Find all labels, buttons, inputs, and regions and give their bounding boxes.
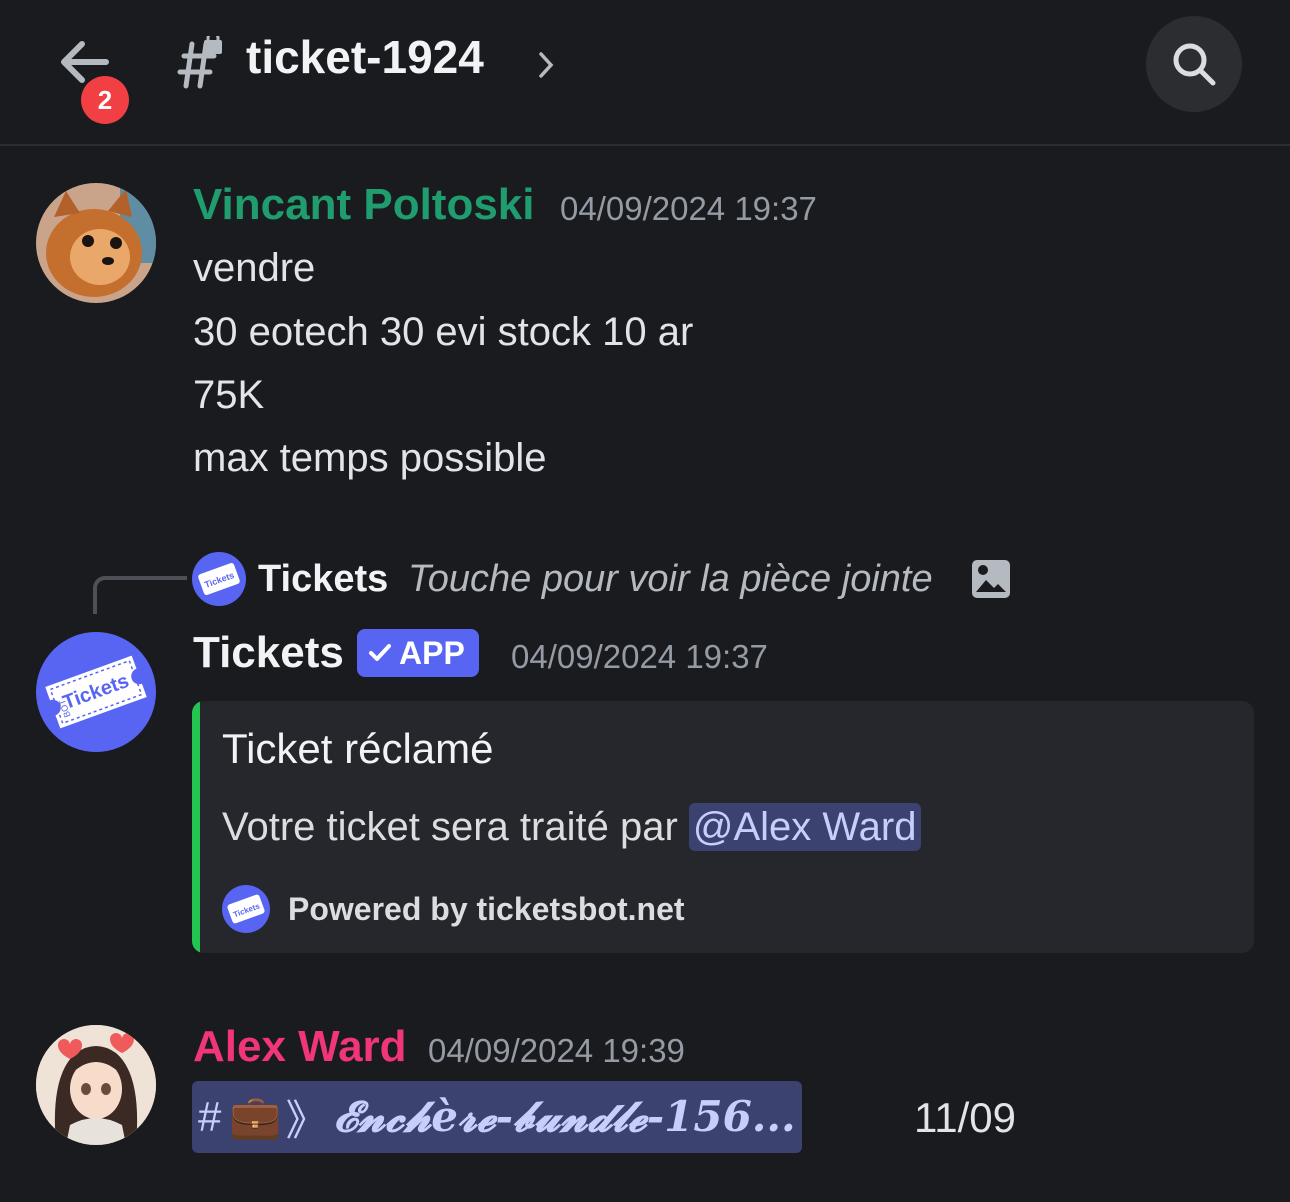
user-mention[interactable]: @Alex Ward bbox=[688, 803, 921, 851]
image-icon bbox=[972, 560, 1010, 598]
notification-badge: 2 bbox=[81, 76, 129, 124]
avatar[interactable] bbox=[36, 1025, 156, 1145]
channel-mention[interactable]: # 💼 》 𝓔𝓷𝓬𝓱è𝓻𝓮-𝓫𝓾𝓷𝓭𝓵𝓮-156... bbox=[192, 1081, 802, 1153]
channel-hash: # bbox=[198, 1093, 222, 1140]
embed-footer-icon: Tickets bbox=[222, 885, 270, 933]
ticket-logo-icon: Tickets BOT bbox=[45, 655, 147, 729]
app-tag-label: APP bbox=[399, 634, 465, 671]
channel-header: 2 ticket-1924 bbox=[0, 0, 1290, 146]
chevron-right-icon[interactable] bbox=[536, 50, 556, 80]
message-author[interactable]: Tickets bbox=[193, 628, 344, 678]
reply-connector bbox=[93, 576, 187, 614]
channel-mention-name: 𝓔𝓷𝓬𝓱è𝓻𝓮-𝓫𝓾𝓷𝓭𝓵𝓮-156... bbox=[333, 1092, 796, 1141]
embed-title: Ticket réclamé bbox=[222, 725, 494, 772]
message-timestamp: 04/09/2024 19:37 bbox=[511, 638, 768, 675]
search-icon bbox=[1173, 43, 1216, 86]
ticket-logo-icon: Tickets bbox=[227, 894, 265, 924]
author-name[interactable]: Vincant Poltoski bbox=[193, 180, 535, 229]
message-author[interactable]: Vincant Poltoski bbox=[193, 180, 535, 230]
reply-avatar[interactable]: Tickets bbox=[192, 552, 246, 606]
ticket-logo-icon: Tickets bbox=[198, 563, 240, 595]
dog-avatar-image bbox=[36, 183, 156, 303]
reply-preview[interactable]: Touche pour voir la pièce jointe bbox=[408, 558, 933, 601]
anime-girl-avatar-image bbox=[36, 1025, 156, 1145]
message-line: 75K bbox=[193, 373, 265, 417]
message-line: vendre bbox=[193, 246, 316, 290]
message-timestamp: 04/09/2024 19:39 bbox=[428, 1032, 685, 1069]
avatar[interactable]: Tickets BOT bbox=[36, 632, 156, 752]
message-timestamp: 04/09/2024 19:37 bbox=[560, 190, 817, 227]
search-button[interactable] bbox=[1146, 16, 1242, 112]
channel-arrows: 》 bbox=[285, 1096, 328, 1144]
embed-description: Votre ticket sera traité par @Alex Ward bbox=[222, 803, 921, 851]
avatar[interactable] bbox=[36, 183, 156, 303]
back-button[interactable]: 2 bbox=[50, 30, 130, 124]
message-author[interactable]: Alex Ward bbox=[193, 1022, 407, 1072]
message-text: 11/09 bbox=[914, 1094, 1016, 1141]
embed-description-text: Votre ticket sera traité par bbox=[222, 805, 689, 849]
checkmark-icon bbox=[369, 644, 391, 661]
app-tag: APP bbox=[357, 629, 479, 677]
message-line: max temps possible bbox=[193, 436, 547, 480]
embed-accent-bar bbox=[192, 701, 200, 953]
message-line: 30 eotech 30 evi stock 10 ar bbox=[193, 310, 694, 354]
reply-author[interactable]: Tickets bbox=[258, 558, 388, 601]
embed-card: Ticket réclamé Votre ticket sera traité … bbox=[192, 701, 1254, 953]
embed-footer-text: Powered by ticketsbot.net bbox=[288, 891, 685, 927]
channel-title[interactable]: ticket-1924 bbox=[246, 30, 484, 84]
briefcase-icon: 💼 bbox=[229, 1092, 282, 1140]
locked-channel-icon bbox=[177, 36, 222, 89]
